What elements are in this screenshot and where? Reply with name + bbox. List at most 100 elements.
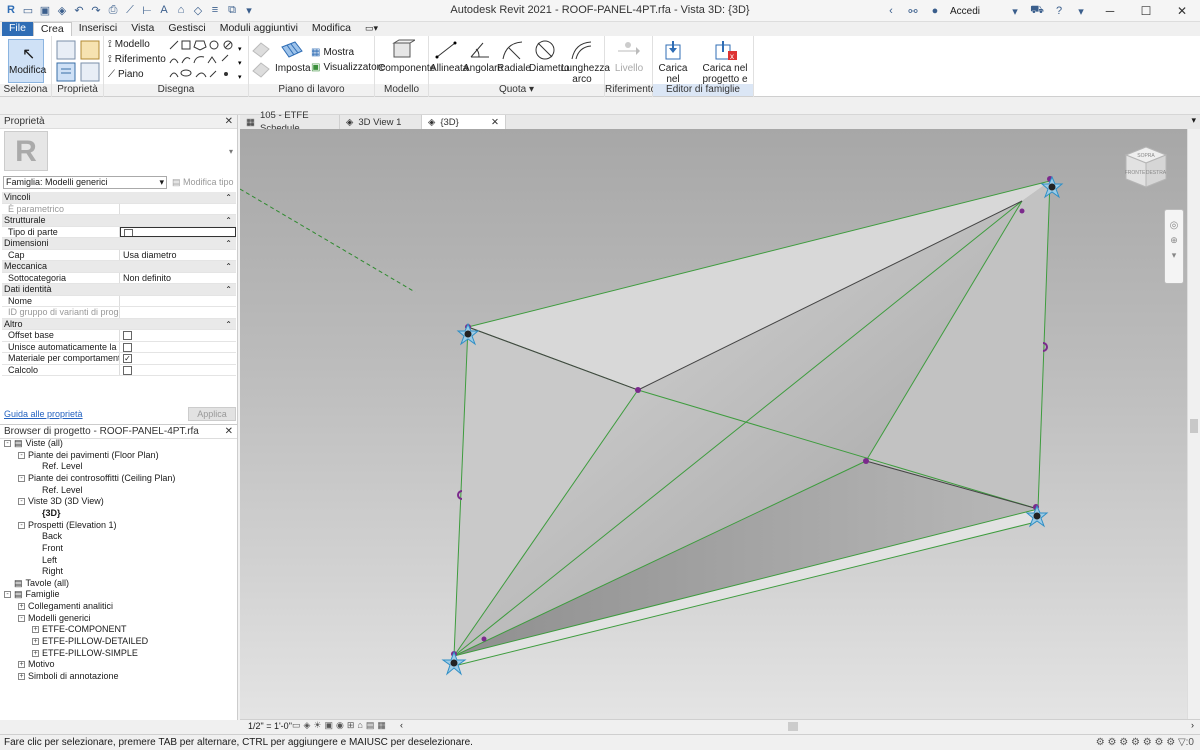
doc-tab-etfe-schedule[interactable]: ▦105 - ETFE Schedule: [240, 110, 340, 134]
property-value[interactable]: [120, 204, 236, 215]
section-icon[interactable]: ◇: [191, 3, 205, 17]
tree-item[interactable]: - Viste 3D (3D View): [18, 496, 104, 507]
dimension-icon[interactable]: ⊢: [140, 3, 154, 17]
undo-icon[interactable]: ↶: [72, 3, 86, 17]
expand-icon[interactable]: +: [32, 626, 39, 634]
tab-crea[interactable]: Crea: [32, 22, 72, 36]
property-value[interactable]: [120, 330, 236, 341]
riferimento-button[interactable]: ⟟ Riferimento: [108, 54, 166, 65]
collapse-icon[interactable]: -: [18, 474, 25, 482]
3d-viewport[interactable]: SOPRA FRONTE DESTRA: [240, 129, 1187, 719]
componente-button[interactable]: Componente: [378, 39, 435, 74]
property-value[interactable]: [120, 296, 236, 307]
nav-dropdown-icon[interactable]: ▾: [1165, 250, 1183, 261]
text-icon[interactable]: A: [157, 3, 171, 17]
user-icon[interactable]: ●: [928, 4, 942, 18]
browser-close-icon[interactable]: ✕: [225, 425, 233, 439]
viewcube-right-label[interactable]: DESTRA: [1146, 170, 1167, 176]
property-category[interactable]: Altro ⌃: [2, 318, 236, 330]
tree-item[interactable]: ▤ Tavole (all): [4, 578, 69, 589]
expand-icon[interactable]: +: [18, 603, 25, 611]
signin-link[interactable]: Accedi: [950, 6, 980, 17]
property-value[interactable]: Usa diametro: [120, 250, 236, 261]
vertical-scrollbar[interactable]: [1187, 129, 1200, 719]
tree-item[interactable]: Back: [32, 531, 62, 542]
properties-help-link[interactable]: Guida alle proprietà: [4, 409, 83, 419]
modifica-button[interactable]: ↖ Modifica: [8, 39, 46, 83]
3d-view-icon[interactable]: ⌂: [174, 3, 188, 17]
tab-modifica[interactable]: Modifica: [305, 22, 358, 36]
view-control-icons[interactable]: ▭◈☀▣◉⊞⌂▤▦: [292, 720, 389, 731]
property-category[interactable]: Dati identità ⌃: [2, 284, 236, 296]
tab-inserisci[interactable]: Inserisci: [72, 22, 125, 36]
viewcube-top-label[interactable]: SOPRA: [1137, 153, 1155, 159]
selection-filter-icons[interactable]: ⚙ ⚙ ⚙ ⚙ ⚙ ⚙ ⚙ ▽: [1096, 737, 1186, 748]
expand-icon[interactable]: +: [18, 661, 25, 669]
modello-line-button[interactable]: ⟟ Modello: [108, 39, 150, 50]
apply-button[interactable]: Applica: [188, 407, 236, 421]
horizontal-scroll-thumb[interactable]: [788, 722, 798, 731]
expand-icon[interactable]: +: [32, 649, 39, 657]
properties-close-icon[interactable]: ✕: [225, 115, 233, 129]
collapse-icon[interactable]: -: [18, 498, 25, 506]
collapse-icon[interactable]: -: [4, 591, 11, 599]
minimize-button[interactable]: ─: [1096, 4, 1124, 18]
doc-tab-3d-active[interactable]: ◈ {3D} ✕: [422, 115, 506, 129]
property-checkbox[interactable]: [123, 342, 132, 352]
piano-button[interactable]: ⟋ Piano: [108, 69, 144, 80]
property-value[interactable]: [120, 365, 236, 376]
tree-item[interactable]: + ETFE-COMPONENT: [32, 624, 127, 635]
properties-icons[interactable]: [55, 39, 101, 83]
collapse-icon[interactable]: ⌃: [225, 319, 232, 330]
doc-tab-3d-view-1[interactable]: ◈ 3D View 1: [340, 115, 422, 129]
view-scale[interactable]: 1/2" = 1'-0": [248, 721, 292, 731]
tree-item[interactable]: Front: [32, 543, 63, 554]
property-category[interactable]: Strutturale ⌃: [2, 215, 236, 227]
tree-item[interactable]: - Piante dei pavimenti (Floor Plan): [18, 450, 159, 461]
seleziona-dropdown[interactable]: Seleziona ▾: [0, 84, 51, 107]
property-category[interactable]: Vincoli ⌃: [2, 192, 236, 204]
reference-plane-line[interactable]: [240, 188, 416, 293]
tab-vista[interactable]: Vista: [124, 22, 161, 36]
sync-icon[interactable]: ◈: [55, 3, 69, 17]
tree-item[interactable]: + ETFE-PILLOW-DETAILED: [32, 636, 148, 647]
help-dropdown-icon[interactable]: ▾: [1074, 4, 1088, 18]
family-selector[interactable]: Famiglia: Modelli generici ▾: [3, 176, 167, 189]
quota-dropdown[interactable]: Quota ▾: [429, 84, 604, 96]
thin-lines-icon[interactable]: ≡: [208, 3, 222, 17]
close-button[interactable]: ✕: [1168, 4, 1196, 18]
property-category[interactable]: Dimensioni ⌃: [2, 238, 236, 250]
help-icon[interactable]: ?: [1052, 4, 1066, 18]
cart-icon[interactable]: ⛟: [1030, 4, 1044, 18]
revit-logo-icon[interactable]: R: [4, 3, 18, 17]
tree-item[interactable]: + Simboli di annotazione: [18, 671, 119, 682]
tab-overflow-icon[interactable]: ▾: [1191, 115, 1196, 126]
property-value[interactable]: [120, 342, 236, 353]
tree-item[interactable]: Ref. Level: [32, 485, 83, 496]
collapse-icon[interactable]: ⌃: [225, 238, 232, 249]
scroll-right-icon[interactable]: ›: [1191, 720, 1194, 730]
tree-item[interactable]: - Prospetti (Elevation 1): [18, 520, 117, 531]
measure-icon[interactable]: ⟋: [123, 3, 137, 17]
viewcube[interactable]: SOPRA FRONTE DESTRA: [1120, 143, 1172, 195]
tree-item[interactable]: {3D}: [32, 508, 61, 519]
property-checkbox[interactable]: [123, 331, 132, 340]
tree-item[interactable]: Right: [32, 566, 63, 577]
property-checkbox[interactable]: [124, 228, 133, 237]
tree-item[interactable]: + Motivo: [18, 659, 55, 670]
steering-wheel-icon[interactable]: ◎: [1165, 220, 1183, 231]
draw-tools-icons[interactable]: ▾ ▾ ▾: [168, 39, 248, 81]
angolare-button[interactable]: Angolare: [463, 39, 503, 74]
tree-item[interactable]: - ▤ Famiglie: [4, 589, 60, 600]
expand-icon[interactable]: +: [18, 673, 25, 680]
property-value[interactable]: ✓: [120, 353, 236, 364]
ribbon-options-icon[interactable]: ▭▾: [358, 22, 385, 36]
scroll-thumb[interactable]: [1190, 419, 1198, 433]
collapse-icon[interactable]: -: [18, 451, 25, 459]
property-value[interactable]: [120, 226, 236, 237]
scroll-left-icon[interactable]: ‹: [400, 720, 403, 730]
allineata-button[interactable]: Allineata: [430, 39, 468, 74]
tree-item[interactable]: - Piante dei controsoffitti (Ceiling Plan…: [18, 473, 175, 484]
model-canvas[interactable]: [240, 129, 1187, 719]
modifica-tipo-button[interactable]: ▤ Modifica tipo: [172, 176, 236, 189]
